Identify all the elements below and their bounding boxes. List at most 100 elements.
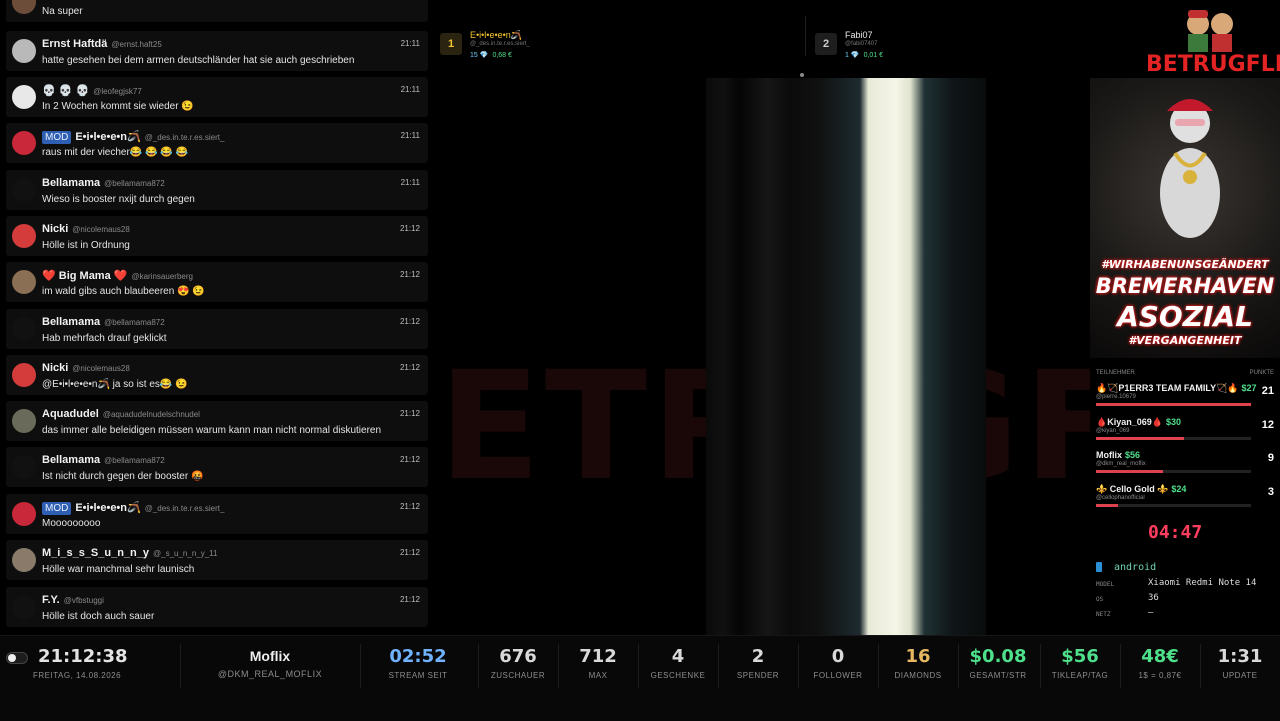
chat-message[interactable]: Bellamama @bellamama872 21:12 Hab mehrfach … [6,309,428,349]
stat-item: 2 SPENDER [718,636,798,696]
chat-message[interactable]: Ernst Haftdä @ernst.haft25 21:11 hatte gese… [6,31,428,71]
right-panel: BETRUGFLIX #WIRHABENUNSGEÄNDERT BREMERHA… [1090,0,1280,635]
message-handle: @leofegjsk77 [93,87,142,96]
team-progress-fill [1096,437,1185,440]
avatar[interactable] [12,178,36,202]
rank-money: 0,01 € [863,52,884,59]
chat-message[interactable]: MOD E•i•l•e•e•n🪃 @_des.in.te.r.es.siert_ 21… [6,494,428,534]
stat-item: 676 ZUSCHAUER [478,636,558,696]
theme-toggle[interactable] [6,652,28,664]
message-username[interactable]: M_i_s_s_S_u_n_n_y [42,547,149,559]
avatar[interactable] [12,363,36,387]
message-username[interactable]: _da [42,0,61,1]
device-value: 36 [1148,593,1159,603]
avatar[interactable] [12,39,36,63]
chat-message[interactable]: Aquadudel @aquadudelnudelschnudel 21:12 das… [6,401,428,441]
chat-message[interactable]: Nicki @nicolemaus28 21:12 Hölle ist in Ordn… [6,216,428,256]
device-label: OS [1096,596,1104,603]
phone-icon [1096,562,1102,572]
rank-number: 1 [440,33,462,55]
toggle-knob [8,654,16,662]
stat-value: $56 [1061,646,1099,667]
clock-date: FREITAG, 14.08.2026 [33,671,122,680]
team-points: 3 [1267,486,1274,498]
message-handle: @bellamama872 [104,318,165,327]
stat-label: UPDATE [1222,671,1258,680]
message-username[interactable]: Bellamama [42,177,100,189]
stat-value: 48€ [1141,646,1179,667]
video-feed [706,78,986,635]
message-username[interactable]: Bellamama [42,316,100,328]
message-username[interactable]: ❤️ Big Mama ❤️ [42,270,127,282]
chat-message[interactable]: ❤️ Big Mama ❤️ @karinsauerberg 21:12 im wal… [6,262,428,302]
divider [718,644,719,688]
avatar[interactable] [12,317,36,341]
avatar[interactable] [12,502,36,526]
stat-label: GESAMT/STR [969,671,1027,680]
leaderboard-team: 🩸Kiyan_069🩸 $30 @kiyan_069 12 [1096,417,1274,447]
stats-bar: 21:12:38 FREITAG, 14.08.2026 Moflix @DKM… [0,635,1280,721]
chat-message[interactable]: Nicki @nicolemaus28 21:12 @E•i•l•e•e•n🪃 ja … [6,355,428,395]
clock-time: 21:12:38 [38,646,128,667]
message-header: Aquadudel @aquadudelnudelschnudel [42,408,200,420]
avatar[interactable] [12,595,36,619]
team-progress-fill [1096,504,1118,507]
chat-message[interactable]: M_i_s_s_S_u_n_n_y @_s_u_n_n_y_11 21:12 Höll… [6,540,428,580]
avatar[interactable] [12,131,36,155]
chat-message[interactable]: 💀 💀 💀 @leofegjsk77 21:11 In 2 Wochen kommt … [6,77,428,117]
message-text: im wald gibs auch blaubeeren 😍 😉 [42,286,205,297]
team-points: 21 [1261,385,1274,397]
message-username[interactable]: Nicki [42,223,68,235]
message-handle: @_des.in.te.r.es.siert_ [144,133,225,142]
avatar[interactable] [12,270,36,294]
stat-item: 0 FOLLOWER [798,636,878,696]
stat-value: 4 [671,646,685,667]
avatar[interactable] [12,548,36,572]
avatar[interactable] [12,224,36,248]
avatar[interactable] [12,409,36,433]
message-username[interactable]: F.Y. [42,594,60,606]
message-handle: @nicolemaus28 [72,225,130,234]
chat-message[interactable]: Bellamama @bellamama872 21:11 Wieso is boos… [6,170,428,210]
chat-message[interactable]: MOD E•i•l•e•e•n🪃 @_des.in.te.r.es.siert_ 21… [6,123,428,163]
rank-diamonds: 15 💎 [470,52,489,59]
message-time: 21:12 [399,224,420,233]
chat-message[interactable]: Bellamama @bellamama872 21:12 Ist nicht dur… [6,447,428,487]
message-time: 21:12 [399,317,420,326]
message-username[interactable]: E•i•l•e•e•n🪃 [75,131,140,143]
chat-message[interactable]: F.Y. @vfbstuggi 21:12 Hölle ist doch auch s… [6,587,428,627]
divider [360,644,361,688]
chat-message[interactable]: _da@_d__ah_i_ Na super [6,0,428,22]
message-username[interactable]: Nicki [42,362,68,374]
team-name: Moflix [1096,450,1122,460]
message-handle: @aquadudelnudelschnudel [102,410,200,419]
message-handle: @bellamama872 [104,456,165,465]
team-progress-fill [1096,470,1163,473]
channel-handle: @DKM_REAL_MOFLIX [217,669,323,679]
stat-value: 0 [831,646,845,667]
rank-entry-2: 2 Fabi07 @fabi07407 1 💎 0,01 € [815,30,1015,60]
divider [478,644,479,688]
promo-artwork: #WIRHABENUNSGEÄNDERT BREMERHAVEN ASOZIAL… [1090,78,1280,358]
message-username[interactable]: Bellamama [42,454,100,466]
team-amount: $27 [1241,383,1257,393]
message-handle: @_des.in.te.r.es.siert_ [144,504,225,513]
stat-label: STREAM SEIT [388,671,448,680]
message-header: 💀 💀 💀 @leofegjsk77 [42,84,142,97]
avatar[interactable] [12,0,36,14]
message-username[interactable]: Ernst Haftdä [42,38,107,50]
message-header: F.Y. @vfbstuggi [42,594,104,606]
chat-panel[interactable]: _da@_d__ah_i_ Na super Ernst Haftdä @ernst.… [0,0,430,635]
message-username[interactable]: Aquadudel [42,408,99,420]
divider [558,644,559,688]
avatar[interactable] [12,455,36,479]
leaderboard-team: 🔥🏹P1ERR3 TEAM FAMILY🏹🔥 $27 @pierre.10679 21 [1096,383,1274,413]
message-username[interactable]: 💀 💀 💀 [42,85,89,97]
leaderboard-team: ⚜️ Cello Gold ⚜️ $24 @cellophanofficial 3 [1096,484,1274,514]
avatar[interactable] [12,85,36,109]
team-progress-fill [1096,403,1251,406]
message-username[interactable]: E•i•l•e•e•n🪃 [75,502,140,514]
leaderboard-col-left: TEILNEHMER [1096,370,1135,376]
message-text: Na super [42,6,83,17]
divider [878,644,879,688]
